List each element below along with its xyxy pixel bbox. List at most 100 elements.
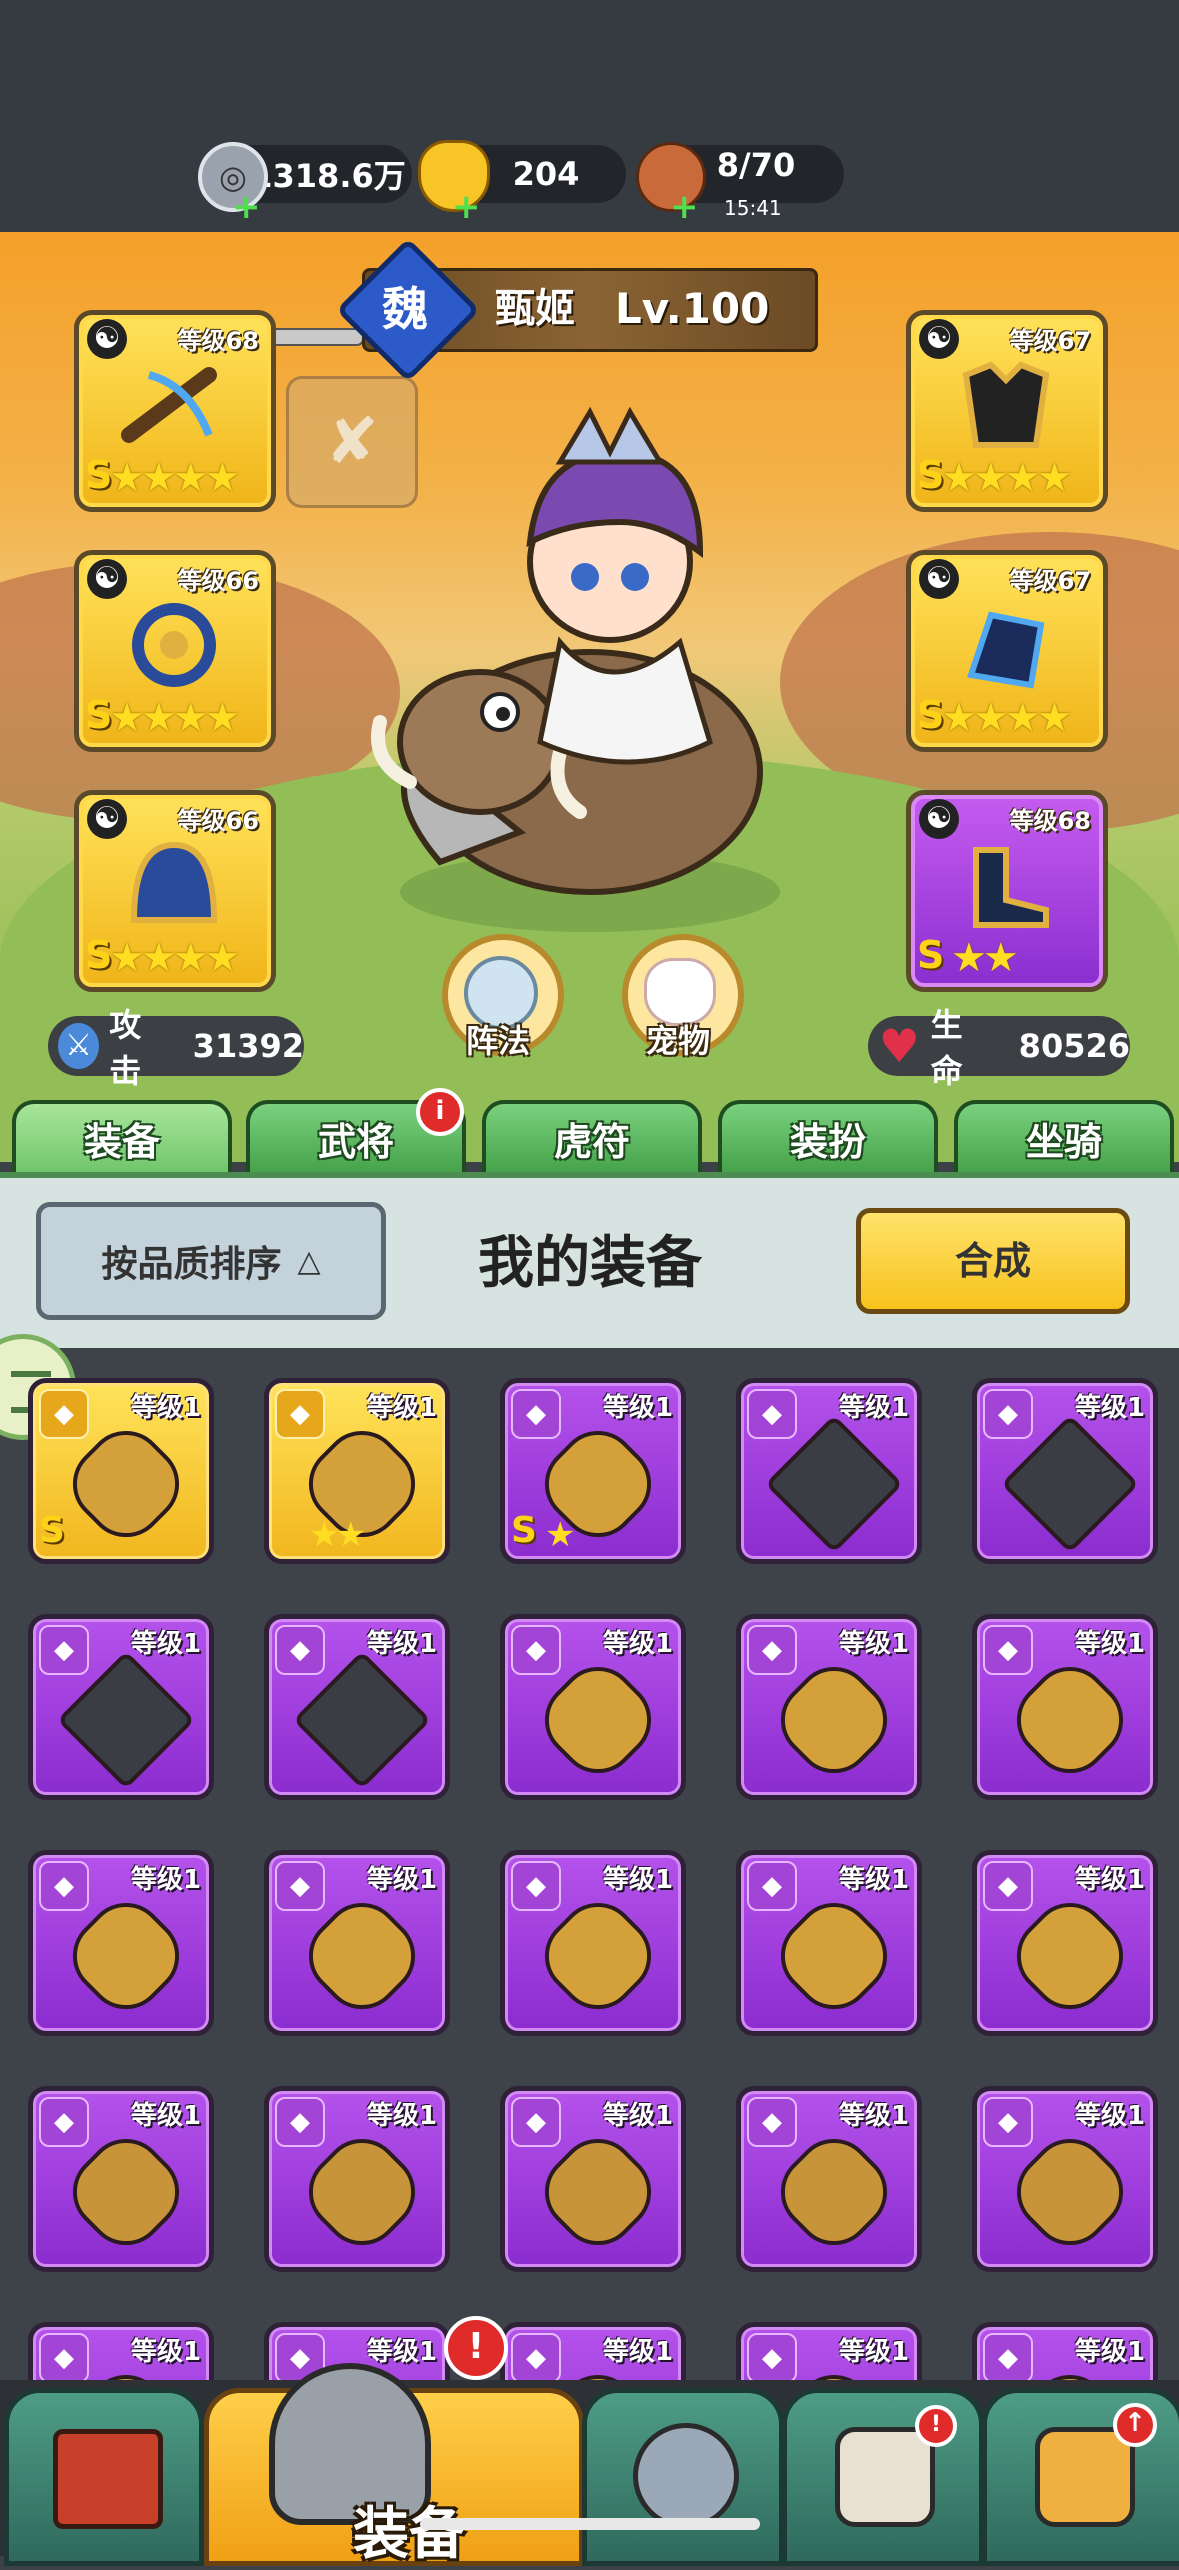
crossbow-icon — [121, 367, 217, 443]
tab-tiger-tally[interactable]: 虎符 — [482, 1100, 702, 1176]
star-rating: ★★ — [951, 935, 1019, 981]
tab-equipment[interactable]: 装备 — [12, 1100, 232, 1176]
item-level: 等级1 — [602, 1865, 673, 1895]
heart-icon: ♥ — [878, 1019, 920, 1073]
sort-by-quality-button[interactable]: 按品质排序 △ — [36, 1202, 386, 1320]
item-type-icon: ◆ — [275, 1625, 325, 1675]
item-type-icon: ◆ — [39, 2333, 89, 2383]
horn-icon — [835, 2427, 935, 2527]
hp-stat: ♥ 生命 80526 — [868, 1006, 1130, 1090]
equipment-item[interactable]: ◆ 等级1 — [736, 1850, 922, 2036]
armor-icon — [962, 361, 1050, 448]
item-type-icon: ◆ — [983, 1625, 1033, 1675]
item-level: 等级1 — [838, 1393, 909, 1423]
item-type-icon: ◆ — [39, 2097, 89, 2147]
item-type-icon: ◆ — [275, 2097, 325, 2147]
item-level: 等级1 — [1074, 2337, 1145, 2367]
equip-slot-weapon[interactable]: ☯ 等级68 S ★★★★ — [74, 310, 276, 512]
equip-slot-accessory[interactable]: ☯ 等级66 S ★★★★ — [74, 550, 276, 752]
equipment-item[interactable]: ◆ 等级1 S ★ — [500, 1378, 686, 1564]
item-type-icon: ◆ — [747, 2097, 797, 2147]
equipment-item[interactable]: ◆ 等级1 — [28, 1850, 214, 2036]
nav-equipment-button[interactable]: 装备 — [204, 2363, 584, 2567]
synthesize-button[interactable]: 合成 — [856, 1208, 1130, 1314]
item-level: 等级1 — [602, 2337, 673, 2367]
yinyang-icon: ☯ — [919, 319, 959, 359]
item-level: 等级1 — [1074, 1865, 1145, 1895]
item-level: 等级1 — [838, 1629, 909, 1659]
equipment-item[interactable]: ◆ 等级1 — [972, 1850, 1158, 2036]
rank-badge: S — [917, 933, 945, 977]
add-coins-icon[interactable]: + — [232, 190, 261, 224]
coins-value: 1318.6万 — [250, 157, 406, 195]
item-level: 等级1 — [366, 2101, 437, 2131]
stamina-value: 8/70 — [716, 146, 796, 184]
equipment-item[interactable]: ◆ 等级1 ★★ — [264, 1378, 450, 1564]
equipment-item[interactable]: ◆ 等级1 — [500, 2086, 686, 2272]
item-type-icon: ◆ — [983, 2333, 1033, 2383]
formation-label: 阵法 — [465, 1022, 530, 1060]
equipment-item[interactable]: ◆ 等级1 — [500, 1614, 686, 1800]
equipment-item[interactable]: ◆ 等级1 — [736, 1614, 922, 1800]
item-type-icon: ◆ — [39, 1625, 89, 1675]
item-level: 等级1 — [1074, 1393, 1145, 1423]
item-type-icon: ◆ — [983, 1861, 1033, 1911]
item-level: 等级1 — [838, 2101, 909, 2131]
equipment-item[interactable]: ◆ 等级1 — [736, 1378, 922, 1564]
item-level: 等级1 — [130, 1865, 201, 1895]
equip-slot-boots[interactable]: ☯ 等级68 S ★★ — [906, 790, 1108, 992]
equipment-item[interactable]: ◆ 等级1 — [972, 2086, 1158, 2272]
equip-slot-armor[interactable]: ☯ 等级67 S ★★★★ — [906, 310, 1108, 512]
faction-label: 魏 — [382, 282, 428, 336]
tab-mount[interactable]: 坐骑 — [954, 1100, 1174, 1176]
hp-label: 生命 — [930, 1006, 963, 1090]
equipment-item[interactable]: ◆ 等级1 — [972, 1614, 1158, 1800]
nav-upgrade-button[interactable]: ↑ — [982, 2388, 1179, 2566]
nav-city-button[interactable] — [4, 2388, 204, 2566]
equipment-item[interactable]: ◆ 等级1 S — [28, 1378, 214, 1564]
item-level: 等级1 — [130, 2101, 201, 2131]
pet-label: 宠物 — [645, 1022, 710, 1060]
item-level: 等级1 — [1074, 1629, 1145, 1659]
item-type-icon: ◆ — [511, 2097, 561, 2147]
item-type-icon: ◆ — [39, 1389, 89, 1439]
attack-stat: ⚔ 攻击 31392 — [48, 1006, 304, 1090]
nav-heroes-button[interactable]: ! — [782, 2388, 984, 2566]
tab-costume[interactable]: 装扮 — [718, 1100, 938, 1176]
slot-level: 等级66 — [177, 567, 259, 595]
add-ingots-icon[interactable]: + — [452, 190, 481, 224]
equip-slot-gauntlet[interactable]: ☯ 等级67 S ★★★★ — [906, 550, 1108, 752]
yinyang-icon: ☯ — [87, 799, 127, 839]
star-rating: ★★★★ — [109, 935, 240, 981]
star-rating: ★ — [545, 1515, 576, 1555]
equipment-item[interactable]: ◆ 等级1 — [264, 1614, 450, 1800]
item-level: 等级1 — [366, 2337, 437, 2367]
add-stamina-icon[interactable]: + — [670, 190, 699, 224]
item-level: 等级1 — [366, 1393, 437, 1423]
item-type-icon: ◆ — [747, 1625, 797, 1675]
sword-icon: ⚔ — [58, 1023, 100, 1069]
stamina-timer: 15:41 — [724, 196, 782, 220]
equipment-item[interactable]: ◆ 等级1 — [736, 2086, 922, 2272]
item-level: 等级1 — [1074, 2101, 1145, 2131]
equipment-item[interactable]: ◆ 等级1 — [28, 2086, 214, 2272]
equipment-item[interactable]: ◆ 等级1 — [28, 1614, 214, 1800]
equipment-item[interactable]: ◆ 等级1 — [972, 1378, 1158, 1564]
attack-label: 攻击 — [109, 1006, 142, 1090]
locked-weapon-slot[interactable]: ✘ — [286, 376, 418, 508]
nav-battle-button[interactable] — [582, 2388, 784, 2566]
item-type-icon: ◆ — [983, 2097, 1033, 2147]
equipment-item[interactable]: ◆ 等级1 — [500, 1850, 686, 2036]
gauntlet-icon — [967, 611, 1045, 689]
equipment-item[interactable]: ◆ 等级1 — [264, 2086, 450, 2272]
item-level: 等级1 — [130, 1393, 201, 1423]
upgrade-arrow-icon: ↑ — [1113, 2403, 1157, 2447]
item-level: 等级1 — [366, 1629, 437, 1659]
item-type-icon: ◆ — [747, 1861, 797, 1911]
equip-slot-helmet[interactable]: ☯ 等级66 S ★★★★ — [74, 790, 276, 992]
hero-name-bar: 魏 甄姬 Lv.100 — [335, 237, 818, 383]
triangle-up-icon: △ — [297, 1243, 321, 1279]
item-level: 等级1 — [602, 1629, 673, 1659]
equipment-item[interactable]: ◆ 等级1 — [264, 1850, 450, 2036]
notification-badge: i — [416, 1088, 464, 1136]
